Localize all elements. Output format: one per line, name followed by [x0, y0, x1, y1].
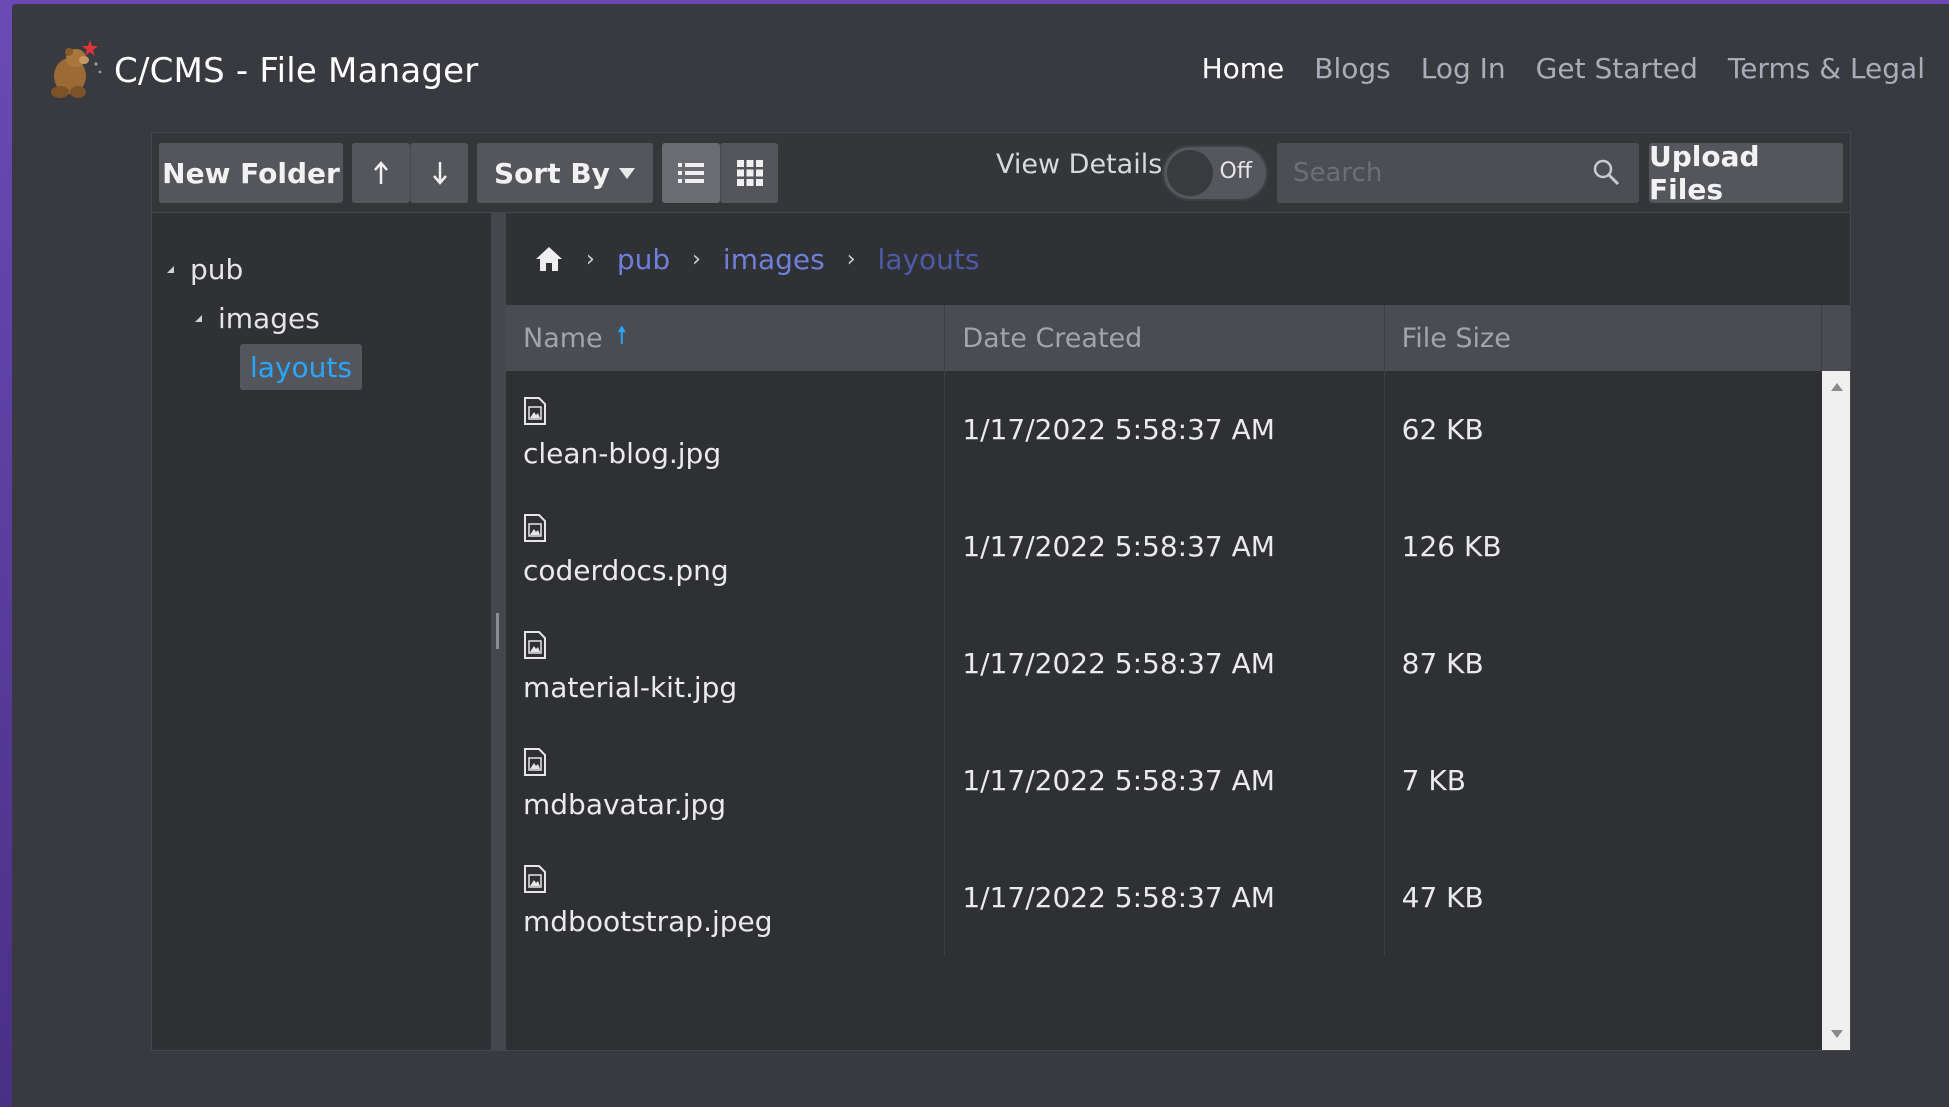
tree-node-label: images — [218, 302, 320, 335]
file-name: mdbootstrap.jpeg — [523, 905, 773, 938]
nav-home[interactable]: Home — [1202, 52, 1285, 85]
tree-node-layouts[interactable]: layouts — [240, 344, 362, 390]
table-row[interactable]: mdbavatar.jpg 1/17/2022 5:58:37 AM 7 KB — [506, 722, 1822, 839]
sort-ascending-indicator-icon: 🠕 — [616, 320, 627, 349]
file-name: clean-blog.jpg — [523, 437, 722, 470]
home-icon[interactable] — [534, 245, 564, 273]
list-icon — [678, 163, 704, 183]
file-grid: Name 🠕 Date Created File Size clean-blog… — [506, 305, 1850, 1050]
column-header-label: Name — [523, 322, 603, 354]
column-header-label: Date Created — [962, 322, 1143, 354]
image-file-icon — [524, 631, 546, 659]
splitter-grip — [496, 613, 499, 649]
table-row[interactable]: clean-blog.jpg 1/17/2022 5:58:37 AM 62 K… — [506, 371, 1822, 488]
breadcrumb-separator: › — [846, 246, 856, 272]
grid-header: Name 🠕 Date Created File Size — [506, 305, 1822, 371]
file-name: material-kit.jpg — [523, 671, 738, 704]
breadcrumb: › pub › images › layouts — [506, 213, 1850, 305]
arrow-up-icon — [374, 161, 388, 184]
grid-view-button[interactable] — [720, 143, 778, 203]
image-file-icon — [524, 865, 546, 893]
date-cell: 1/17/2022 5:58:37 AM — [945, 371, 1385, 488]
folder-tree — [152, 213, 491, 1050]
toolbar: New Folder Sort By View Details Off Sear… — [152, 133, 1850, 213]
window-left-edge — [0, 0, 12, 1107]
file-name-cell[interactable]: clean-blog.jpg — [506, 371, 946, 488]
nav-terms-legal[interactable]: Terms & Legal — [1728, 52, 1925, 85]
size-cell: 62 KB — [1401, 413, 1484, 446]
view-details-toggle[interactable]: Off — [1162, 145, 1268, 201]
pane-splitter[interactable] — [491, 213, 506, 1050]
file-name-cell[interactable]: material-kit.jpg — [506, 605, 946, 722]
upload-files-button[interactable]: Upload Files — [1649, 140, 1843, 206]
table-row[interactable]: material-kit.jpg 1/17/2022 5:58:37 AM 87… — [506, 605, 1822, 722]
bear-logo-icon — [46, 32, 104, 110]
image-file-icon — [524, 514, 546, 542]
tree-node-images[interactable]: images — [190, 302, 320, 335]
sort-by-dropdown[interactable]: Sort By — [477, 143, 653, 203]
breadcrumb-pub[interactable]: pub — [617, 243, 670, 276]
top-nav: Home Blogs Log In Get Started Terms & Le… — [1202, 52, 1925, 85]
column-header-date[interactable]: Date Created — [945, 305, 1385, 371]
expand-triangle-icon[interactable] — [162, 266, 174, 273]
scroll-down-icon[interactable] — [1831, 1030, 1843, 1038]
column-header-name[interactable]: Name 🠕 — [506, 305, 946, 371]
tree-node-label: layouts — [250, 350, 352, 384]
date-cell: 1/17/2022 5:58:37 AM — [945, 839, 1385, 956]
new-folder-button[interactable]: New Folder — [159, 143, 343, 203]
file-name: mdbavatar.jpg — [523, 788, 727, 821]
file-name-cell[interactable]: mdbavatar.jpg — [506, 722, 946, 839]
breadcrumb-separator: › — [586, 246, 595, 272]
tree-node-pub[interactable]: pub — [162, 253, 243, 286]
search-input[interactable] — [1277, 143, 1577, 203]
toggle-state: Off — [1219, 159, 1252, 184]
table-row[interactable]: mdbootstrap.jpeg 1/17/2022 5:58:37 AM 47… — [506, 839, 1822, 956]
nav-blogs[interactable]: Blogs — [1314, 52, 1390, 85]
list-view-button[interactable] — [662, 143, 720, 203]
size-cell: 126 KB — [1401, 530, 1502, 563]
tree-node-label: pub — [190, 253, 244, 286]
vertical-scrollbar[interactable] — [1822, 371, 1850, 1050]
date-cell: 1/17/2022 5:58:37 AM — [945, 605, 1385, 722]
breadcrumb-separator: › — [692, 246, 701, 272]
column-header-size[interactable]: File Size — [1385, 305, 1822, 371]
size-cell: 47 KB — [1401, 881, 1484, 914]
image-file-icon — [524, 748, 546, 776]
search-box — [1277, 143, 1639, 203]
expand-triangle-icon[interactable] — [190, 315, 202, 322]
date-cell: 1/17/2022 5:58:37 AM — [945, 488, 1385, 605]
search-icon[interactable] — [1591, 157, 1621, 187]
arrow-down-icon — [432, 162, 447, 185]
size-cell: 87 KB — [1401, 647, 1484, 680]
file-manager: New Folder Sort By View Details Off Sear… — [151, 132, 1851, 1051]
sort-descending-button[interactable] — [410, 143, 468, 203]
size-cell: 7 KB — [1401, 764, 1466, 797]
header-corner — [1822, 305, 1850, 371]
brand[interactable]: C/CMS - File Manager — [46, 32, 478, 110]
file-name-cell[interactable]: mdbootstrap.jpeg — [506, 839, 946, 956]
image-file-icon — [524, 397, 546, 425]
grid-rows: clean-blog.jpg 1/17/2022 5:58:37 AM 62 K… — [506, 371, 1822, 1050]
sort-ascending-button[interactable] — [352, 143, 410, 203]
nav-login[interactable]: Log In — [1421, 52, 1506, 85]
date-cell: 1/17/2022 5:58:37 AM — [945, 722, 1385, 839]
nav-get-started[interactable]: Get Started — [1536, 52, 1698, 85]
file-name-cell[interactable]: coderdocs.png — [506, 488, 946, 605]
file-name: coderdocs.png — [523, 554, 729, 587]
grid-icon — [736, 160, 763, 186]
scroll-up-icon[interactable] — [1831, 383, 1843, 391]
toggle-knob — [1167, 150, 1213, 196]
breadcrumb-images[interactable]: images — [723, 243, 825, 276]
chevron-down-icon — [619, 168, 635, 179]
column-header-label: File Size — [1401, 322, 1511, 354]
view-details-label: View Details — [996, 149, 1163, 180]
app-title: C/CMS - File Manager — [114, 51, 479, 91]
breadcrumb-layouts[interactable]: layouts — [878, 243, 980, 276]
sort-by-label: Sort By — [494, 156, 610, 190]
table-row[interactable]: coderdocs.png 1/17/2022 5:58:37 AM 126 K… — [506, 488, 1822, 605]
app-window: C/CMS - File Manager Home Blogs Log In G… — [12, 4, 1949, 1107]
